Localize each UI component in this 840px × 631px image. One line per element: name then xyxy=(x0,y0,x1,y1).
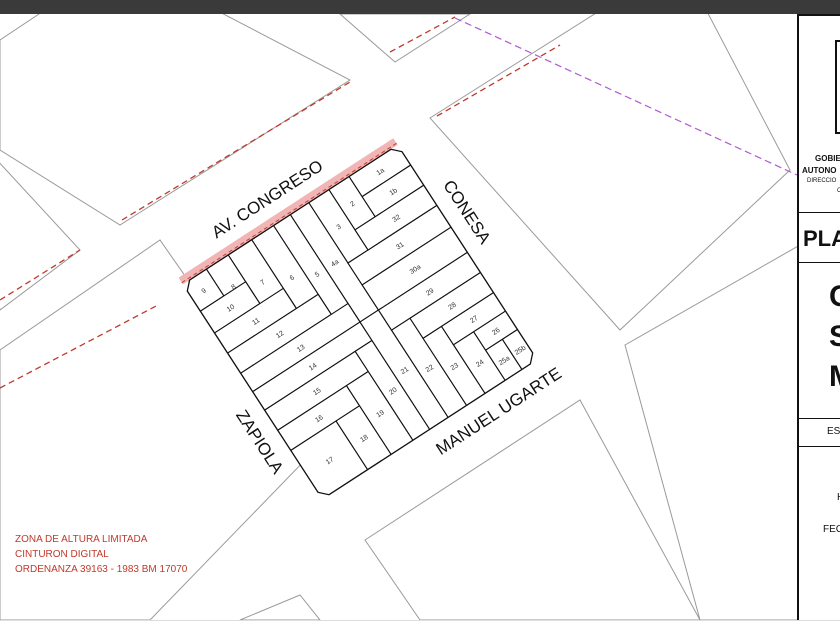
district-boundary xyxy=(454,17,797,176)
plan-title: PLA xyxy=(803,226,840,251)
org-line-1: GOBIE xyxy=(815,154,840,163)
legend-line-2: CINTURON DIGITAL xyxy=(15,549,109,560)
legend-line-1: ZONA DE ALTURA LIMITADA xyxy=(15,534,148,545)
city-block: 1a1b234a56789101112131415161718192021 22 2… xyxy=(178,138,565,500)
title-big-1: C xyxy=(829,280,840,314)
title-big-2: S xyxy=(829,320,840,354)
top-bar xyxy=(0,0,840,14)
cadastral-map: 1a1b234a56789101112131415161718192021 22 2… xyxy=(0,14,797,620)
government-seal-icon xyxy=(835,40,840,134)
date-label: FEC xyxy=(823,524,840,535)
bottom-edge xyxy=(0,620,840,631)
title-block: GOBIE AUTONO DIRECCIO C PLA C S M ES H F… xyxy=(797,14,840,622)
org-line-3: DIRECCIO xyxy=(807,178,837,184)
scale-label: ES xyxy=(827,426,840,437)
org-line-2: AUTONO xyxy=(802,166,837,175)
legend-line-3: ORDENANZA 39163 - 1983 BM 17070 xyxy=(15,564,188,575)
title-big-3: M xyxy=(829,360,840,394)
